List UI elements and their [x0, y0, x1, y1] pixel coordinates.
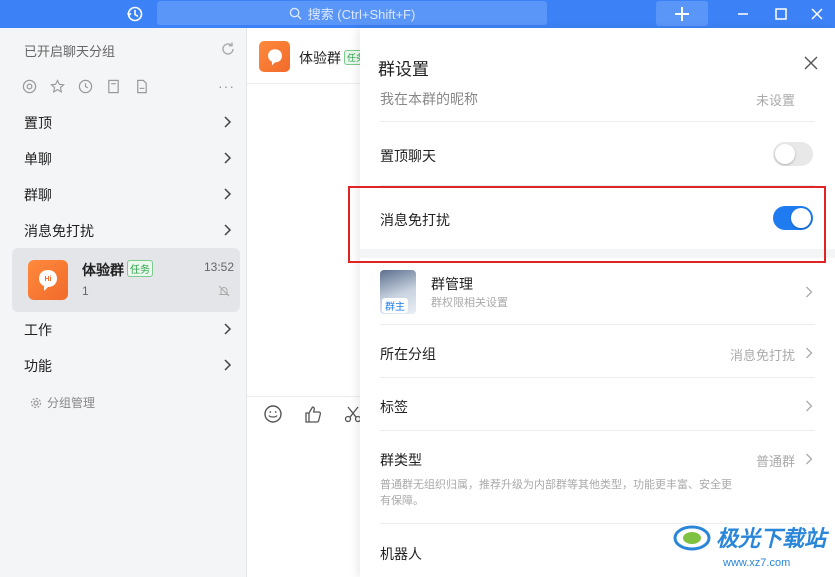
- row-value: 未设置: [755, 93, 795, 108]
- search-placeholder: 搜索 (Ctrl+Shift+F): [307, 6, 416, 22]
- bookmark-icon[interactable]: [106, 79, 121, 94]
- row-label: 机器人: [380, 546, 422, 562]
- chat-time: 13:52: [203, 260, 234, 274]
- chat-area: 体验群 任务: [246, 28, 369, 577]
- gear-icon: [30, 397, 42, 408]
- close-icon: [811, 8, 823, 20]
- pin-chat-row: 置顶聊天: [380, 122, 815, 186]
- search-icon: [289, 7, 302, 20]
- group-item-function[interactable]: 功能: [6, 348, 246, 384]
- chevron-right-icon: [806, 286, 813, 298]
- chat-title: 体验群 任务: [299, 48, 369, 68]
- add-button[interactable]: [656, 1, 708, 26]
- chevron-right-icon: [224, 152, 232, 164]
- chat-bubble-icon: Hi: [39, 270, 57, 291]
- close-icon[interactable]: [804, 56, 818, 70]
- chat-list-item[interactable]: Hi 体验群 任务 13:52 1: [12, 248, 240, 312]
- folder-row[interactable]: 所在分组 消息免打扰: [380, 325, 815, 378]
- maximize-button[interactable]: [771, 4, 791, 24]
- group-label: 消息免打扰: [24, 223, 94, 239]
- group-item-single[interactable]: 单聊: [6, 141, 246, 177]
- chat-bubble-icon: [267, 48, 282, 65]
- history-icon[interactable]: [125, 4, 145, 24]
- input-toolbar: [263, 404, 363, 424]
- watermark: 极光下载站: [672, 520, 826, 554]
- sidebar: 已开启聊天分组 ··· 置顶 单聊 群聊 消息免打扰 Hi 体验群任务 13:5…: [6, 28, 246, 577]
- plus-icon: [675, 6, 689, 21]
- group-label: 置顶: [24, 115, 52, 131]
- row-value: 消息免打扰: [729, 348, 795, 363]
- chat-name-text: 体验群: [82, 262, 124, 278]
- group-item-group[interactable]: 群聊: [6, 177, 246, 213]
- chevron-right-icon: [224, 323, 232, 335]
- tags-row[interactable]: 标签: [380, 378, 815, 431]
- refresh-icon[interactable]: [220, 41, 236, 57]
- group-manage-label: 分组管理: [47, 396, 96, 410]
- group-avatar: Hi: [28, 260, 68, 300]
- emoji-icon[interactable]: [263, 404, 283, 424]
- chat-name: 体验群 任务: [82, 260, 153, 280]
- filter-row: [22, 79, 149, 94]
- more-icon[interactable]: ···: [218, 78, 235, 94]
- group-item-dnd[interactable]: 消息免打扰: [6, 213, 246, 249]
- row-desc: 普通群无组织归属，推荐升级为内部群等其他类型，功能更丰富、安全更有保障。: [380, 479, 732, 507]
- thumbs-up-icon[interactable]: [303, 404, 323, 424]
- sidebar-header: 已开启聊天分组: [24, 44, 116, 59]
- star-icon[interactable]: [50, 79, 65, 94]
- minimize-button[interactable]: [733, 4, 753, 24]
- group-label: 群聊: [24, 187, 52, 203]
- group-label: 工作: [24, 322, 52, 338]
- group-manage-link[interactable]: 分组管理: [30, 394, 95, 411]
- row-desc: 群权限相关设置: [431, 297, 508, 309]
- title-bar: 搜索 (Ctrl+Shift+F): [0, 0, 835, 28]
- highlight-box: [348, 186, 826, 263]
- svg-text:Hi: Hi: [45, 276, 52, 283]
- mute-bell-icon: [218, 285, 230, 297]
- clock-icon[interactable]: [78, 79, 93, 94]
- group-manage-row[interactable]: 群主 群管理 群权限相关设置: [380, 258, 815, 325]
- chevron-right-icon: [806, 453, 813, 465]
- panel-title: 群设置: [378, 60, 429, 79]
- minimize-icon: [738, 13, 748, 15]
- nickname-row[interactable]: 我在本群的昵称 未设置: [380, 84, 815, 122]
- watermark-logo-icon: [673, 525, 711, 551]
- chevron-right-icon: [224, 188, 232, 200]
- toggle-knob: [775, 144, 795, 164]
- chevron-right-icon: [224, 359, 232, 371]
- group-item-pinned[interactable]: 置顶: [6, 105, 246, 141]
- group-settings-panel: 群设置 我在本群的昵称 未设置 置顶聊天 消息免打扰 群主 群管理 群权限相关设…: [360, 28, 835, 577]
- search-input[interactable]: 搜索 (Ctrl+Shift+F): [157, 1, 547, 25]
- row-value: 普通群: [755, 454, 795, 469]
- owner-avatar: 群主: [380, 270, 416, 314]
- watermark-url: www.xz7.com: [723, 557, 791, 569]
- input-divider: [247, 396, 361, 397]
- chat-avatar[interactable]: [259, 41, 290, 72]
- group-label: 功能: [24, 358, 52, 374]
- maximize-icon: [775, 8, 787, 20]
- close-window-button[interactable]: [807, 4, 827, 24]
- task-badge: 任务: [127, 260, 153, 277]
- chat-preview: 1: [82, 284, 89, 298]
- watermark-text: 极光下载站: [716, 526, 827, 551]
- chevron-right-icon: [806, 400, 813, 412]
- group-label: 单聊: [24, 151, 52, 167]
- chevron-right-icon: [224, 116, 232, 128]
- chevron-right-icon: [806, 347, 813, 359]
- owner-tag: 群主: [382, 298, 408, 313]
- group-item-work[interactable]: 工作: [6, 312, 246, 348]
- chat-header: 体验群 任务: [247, 28, 369, 84]
- row-label: 群类型: [380, 452, 422, 468]
- chat-title-text: 体验群: [299, 50, 341, 66]
- at-icon[interactable]: [22, 79, 37, 94]
- chevron-right-icon: [224, 224, 232, 236]
- file-icon[interactable]: [134, 79, 149, 94]
- pin-chat-toggle[interactable]: [773, 142, 813, 166]
- row-label: 所在分组: [380, 346, 436, 362]
- row-label: 我在本群的昵称: [380, 91, 478, 107]
- row-label: 群管理: [431, 276, 473, 292]
- row-label: 标签: [380, 399, 408, 415]
- group-type-row[interactable]: 群类型 普通群 普通群无组织归属，推荐升级为内部群等其他类型，功能更丰富、安全更…: [380, 431, 815, 524]
- row-label: 置顶聊天: [380, 148, 436, 164]
